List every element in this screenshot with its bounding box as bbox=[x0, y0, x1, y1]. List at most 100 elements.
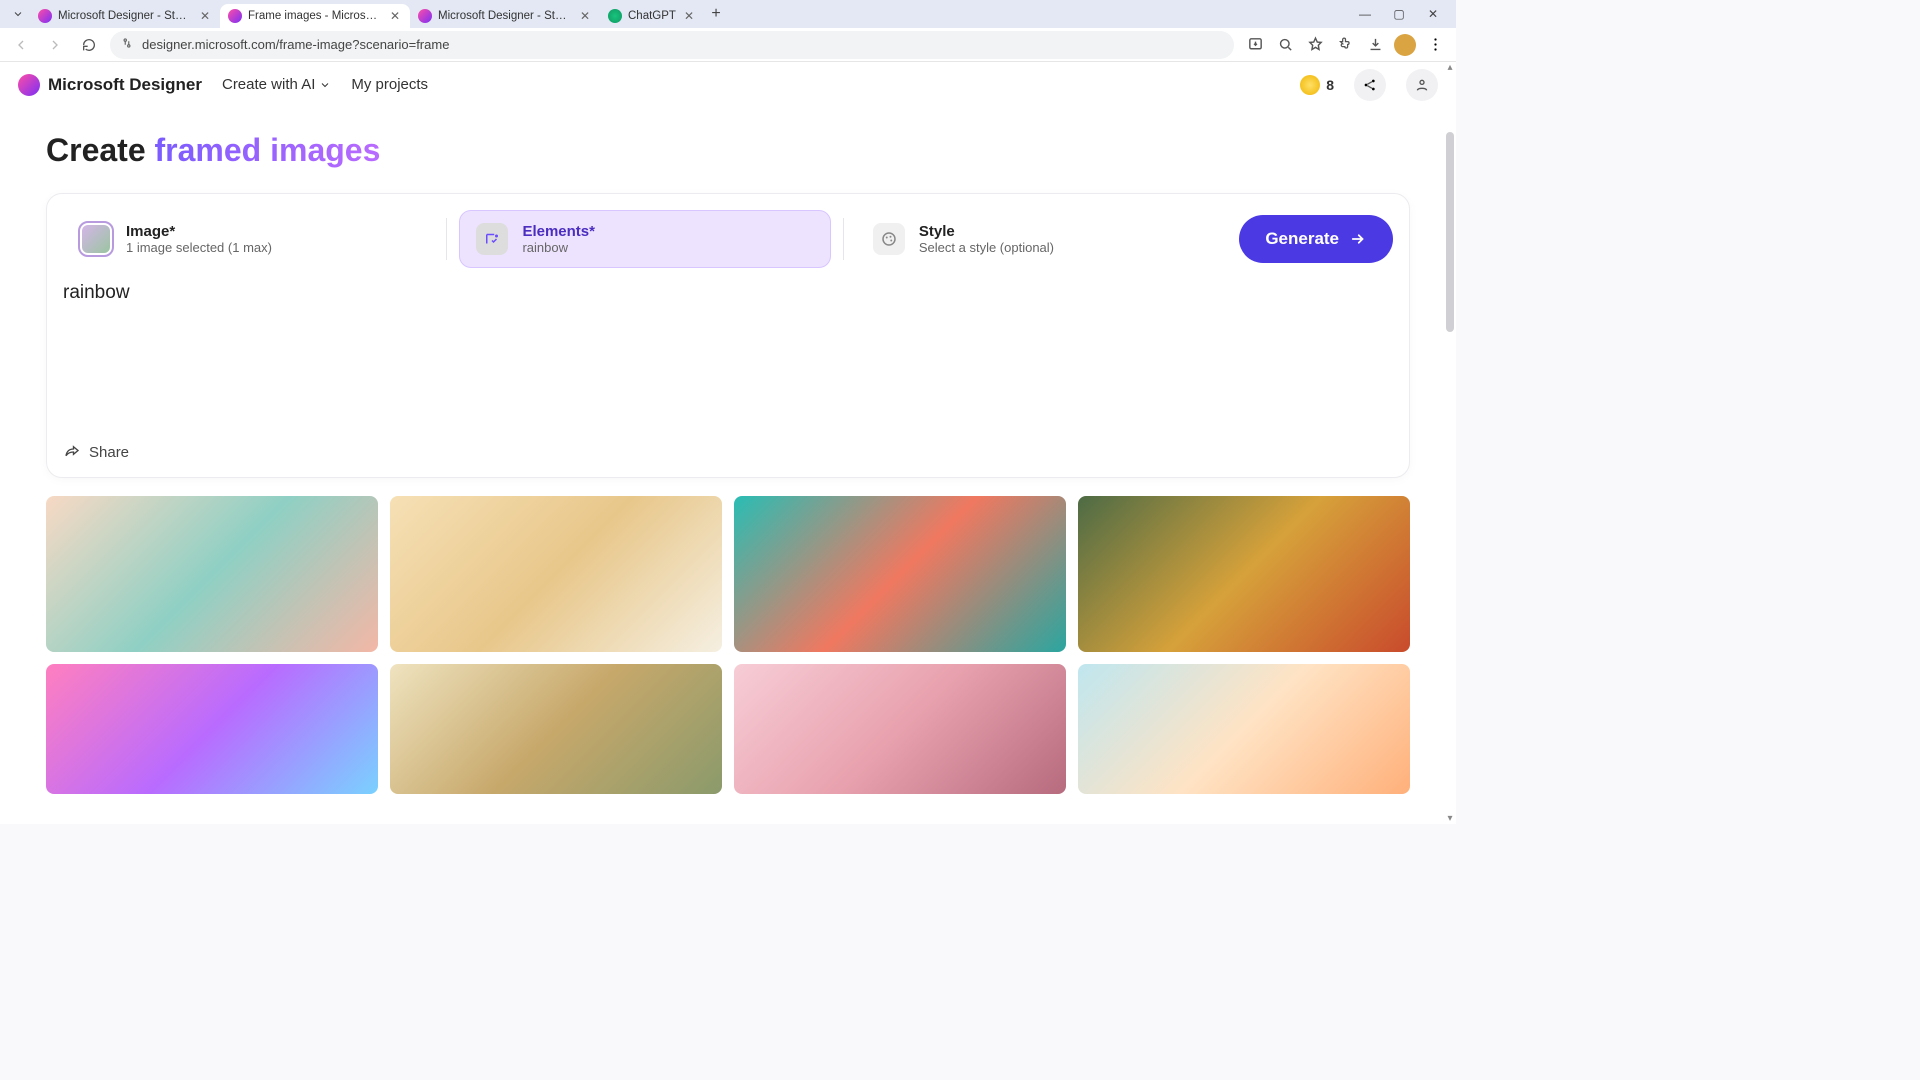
generate-label: Generate bbox=[1265, 229, 1339, 249]
puzzle-icon bbox=[1337, 36, 1354, 53]
tab-close-button[interactable]: ✕ bbox=[682, 9, 696, 23]
person-icon bbox=[1414, 77, 1430, 93]
share-button[interactable]: Share bbox=[63, 443, 1393, 461]
option-image[interactable]: Image* 1 image selected (1 max) bbox=[63, 210, 434, 268]
profile-button[interactable] bbox=[1392, 32, 1418, 58]
tab-title: Microsoft Designer - Stunning bbox=[438, 10, 572, 22]
extensions-button[interactable] bbox=[1332, 32, 1358, 58]
designer-favicon-icon bbox=[38, 9, 52, 23]
browser-tab[interactable]: Microsoft Designer - Stunning ✕ bbox=[410, 4, 600, 28]
gallery-tile[interactable] bbox=[46, 496, 378, 652]
bookmark-button[interactable] bbox=[1302, 32, 1328, 58]
gallery-tile[interactable] bbox=[1078, 496, 1410, 652]
main-area: Create framed images Image* 1 image sele… bbox=[0, 108, 1456, 478]
app-header: Microsoft Designer Create with AI My pro… bbox=[0, 62, 1456, 108]
gallery-tile[interactable] bbox=[390, 664, 722, 794]
download-icon bbox=[1367, 36, 1384, 53]
credits-counter[interactable]: 8 bbox=[1300, 75, 1334, 95]
nav-create-with-ai[interactable]: Create with AI bbox=[222, 76, 331, 93]
zoom-icon bbox=[1277, 36, 1294, 53]
share-network-button[interactable] bbox=[1354, 69, 1386, 101]
option-label: Style bbox=[919, 223, 1054, 240]
option-style[interactable]: Style Select a style (optional) bbox=[856, 210, 1227, 268]
chevron-down-icon bbox=[319, 79, 331, 91]
nav-forward-button[interactable] bbox=[42, 32, 68, 58]
zoom-button[interactable] bbox=[1272, 32, 1298, 58]
text-sparkle-icon bbox=[483, 230, 501, 248]
kebab-icon bbox=[1427, 36, 1444, 53]
address-bar[interactable]: designer.microsoft.com/frame-image?scena… bbox=[110, 31, 1234, 59]
account-button[interactable] bbox=[1406, 69, 1438, 101]
scroll-down-icon[interactable]: ▾ bbox=[1444, 813, 1456, 824]
elements-input-wrap bbox=[63, 282, 1393, 437]
option-subtitle: 1 image selected (1 max) bbox=[126, 240, 272, 255]
brand-text: Microsoft Designer bbox=[48, 75, 202, 95]
chatgpt-favicon-icon bbox=[608, 9, 622, 23]
share-nodes-icon bbox=[1362, 77, 1378, 93]
option-subtitle: rainbow bbox=[522, 240, 595, 255]
tab-close-button[interactable]: ✕ bbox=[198, 9, 212, 23]
nav-label: Create with AI bbox=[222, 76, 315, 93]
scroll-thumb[interactable] bbox=[1446, 132, 1454, 332]
gallery-tile[interactable] bbox=[390, 496, 722, 652]
designer-favicon-icon bbox=[418, 9, 432, 23]
install-app-button[interactable] bbox=[1242, 32, 1268, 58]
browser-tab[interactable]: ChatGPT ✕ bbox=[600, 4, 704, 28]
page-title: Create framed images bbox=[46, 132, 1410, 169]
tab-title: Microsoft Designer - Stunning bbox=[58, 10, 192, 22]
page-title-prefix: Create bbox=[46, 132, 155, 168]
reload-icon bbox=[81, 37, 97, 53]
option-row: Image* 1 image selected (1 max) Elements… bbox=[63, 210, 1393, 268]
tab-title: ChatGPT bbox=[628, 10, 676, 22]
coin-icon bbox=[1300, 75, 1320, 95]
new-tab-button[interactable]: + bbox=[704, 0, 728, 28]
gallery-tile[interactable] bbox=[734, 496, 1066, 652]
chrome-menu-button[interactable] bbox=[1422, 32, 1448, 58]
page-content: Microsoft Designer Create with AI My pro… bbox=[0, 62, 1456, 824]
window-close-button[interactable]: ✕ bbox=[1416, 0, 1450, 28]
downloads-button[interactable] bbox=[1362, 32, 1388, 58]
share-label: Share bbox=[89, 444, 129, 461]
option-label: Elements* bbox=[522, 223, 595, 240]
tab-search-dropdown[interactable] bbox=[6, 0, 30, 28]
option-elements[interactable]: Elements* rainbow bbox=[459, 210, 830, 268]
tab-title: Frame images - Microsoft Des bbox=[248, 10, 382, 22]
browser-toolbar: designer.microsoft.com/frame-image?scena… bbox=[0, 28, 1456, 62]
page-title-highlight: framed images bbox=[155, 132, 381, 168]
scroll-up-icon[interactable]: ▴ bbox=[1444, 62, 1456, 73]
gallery-tile[interactable] bbox=[46, 664, 378, 794]
browser-tab[interactable]: Frame images - Microsoft Des ✕ bbox=[220, 4, 410, 28]
generate-button[interactable]: Generate bbox=[1239, 215, 1393, 263]
nav-reload-button[interactable] bbox=[76, 32, 102, 58]
option-divider bbox=[843, 218, 844, 260]
tab-close-button[interactable]: ✕ bbox=[578, 9, 592, 23]
tab-close-button[interactable]: ✕ bbox=[388, 9, 402, 23]
nav-my-projects[interactable]: My projects bbox=[351, 76, 428, 93]
arrow-left-icon bbox=[13, 37, 29, 53]
page-scrollbar[interactable]: ▴ ▾ bbox=[1444, 62, 1456, 824]
browser-tab[interactable]: Microsoft Designer - Stunning ✕ bbox=[30, 4, 220, 28]
window-minimize-button[interactable]: — bbox=[1348, 0, 1382, 28]
image-thumbnail-icon bbox=[80, 223, 112, 255]
gallery-tile[interactable] bbox=[734, 664, 1066, 794]
palette-icon bbox=[880, 230, 898, 248]
arrow-right-icon bbox=[1349, 230, 1367, 248]
designer-logo-icon bbox=[18, 74, 40, 96]
avatar-icon bbox=[1394, 34, 1416, 56]
site-info-icon[interactable] bbox=[120, 36, 134, 53]
browser-tabstrip: Microsoft Designer - Stunning ✕ Frame im… bbox=[0, 0, 1456, 28]
gallery-tile[interactable] bbox=[1078, 664, 1410, 794]
window-maximize-button[interactable]: ▢ bbox=[1382, 0, 1416, 28]
chevron-down-icon bbox=[12, 8, 24, 20]
option-divider bbox=[446, 218, 447, 260]
style-icon bbox=[873, 223, 905, 255]
share-arrow-icon bbox=[63, 443, 81, 461]
elements-icon bbox=[476, 223, 508, 255]
designer-favicon-icon bbox=[228, 9, 242, 23]
brand[interactable]: Microsoft Designer bbox=[18, 74, 202, 96]
star-icon bbox=[1307, 36, 1324, 53]
install-icon bbox=[1247, 36, 1264, 53]
elements-input[interactable] bbox=[63, 282, 1393, 432]
option-label: Image* bbox=[126, 223, 272, 240]
nav-back-button[interactable] bbox=[8, 32, 34, 58]
